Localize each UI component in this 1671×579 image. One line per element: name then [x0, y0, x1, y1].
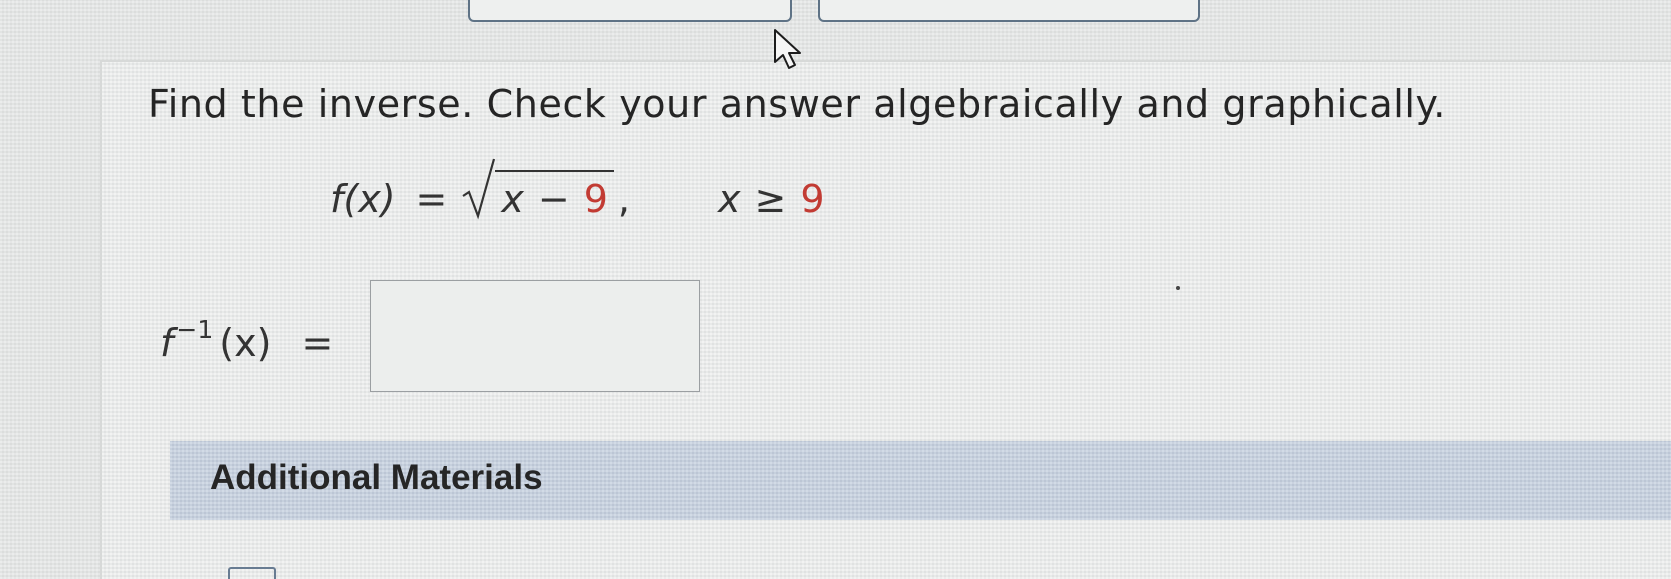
inverse-argument: (x) [219, 321, 272, 365]
domain-operator: ≥ [754, 177, 787, 221]
question-instructions: Find the inverse. Check your answer alge… [148, 82, 1446, 126]
radicand: x −9 [495, 170, 614, 221]
resource-link-partial[interactable] [282, 568, 392, 579]
domain-variable: x [718, 177, 741, 221]
function-label: f(x) [330, 177, 396, 221]
radicand-constant: 9 [583, 177, 608, 221]
stray-dot [1176, 286, 1180, 290]
additional-materials-header: Additional Materials [170, 441, 1671, 520]
additional-materials-title: Additional Materials [210, 458, 543, 497]
top-button-left[interactable] [468, 0, 792, 22]
equals-sign: = [415, 177, 448, 221]
inverse-equals-sign: = [301, 321, 334, 365]
equation-comma: , [617, 177, 630, 221]
given-function: f(x) = x −9 , x ≥ 9 [330, 158, 825, 234]
domain-constant: 9 [800, 177, 825, 221]
inverse-label: f −1 (x) = [160, 315, 333, 365]
inverse-exponent: −1 [176, 315, 214, 344]
ebook-icon[interactable] [228, 567, 276, 579]
inverse-function-name: f [160, 321, 174, 365]
top-button-right[interactable] [818, 0, 1200, 22]
radicand-operator: − [537, 177, 570, 221]
inverse-answer-input[interactable] [370, 280, 700, 392]
square-root: x −9 [462, 158, 614, 221]
radicand-variable: x [501, 177, 524, 221]
radical-sign-icon [462, 158, 496, 220]
mouse-pointer-icon [774, 29, 801, 69]
